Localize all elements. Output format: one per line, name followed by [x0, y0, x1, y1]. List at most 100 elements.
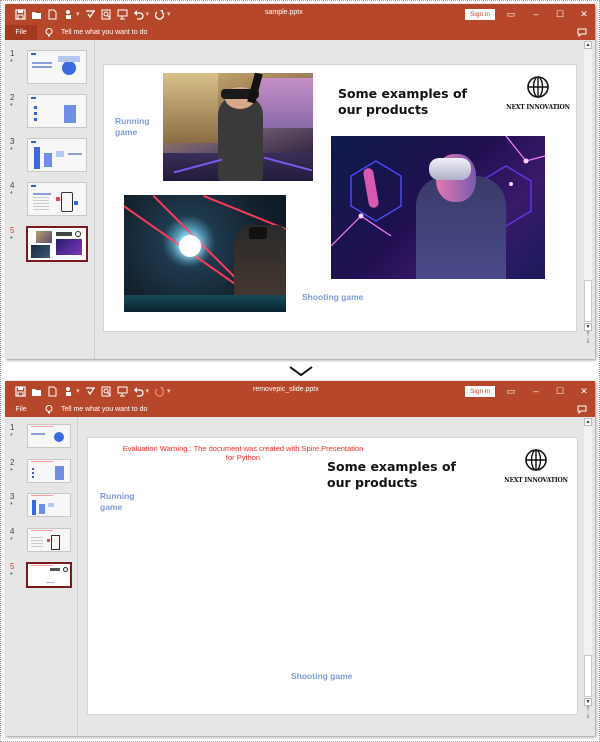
- file-tab[interactable]: File: [5, 25, 37, 40]
- slideshow-icon[interactable]: [117, 385, 128, 397]
- globe-icon: [527, 76, 549, 98]
- dropdown-arrow-icon[interactable]: ▾: [76, 10, 80, 18]
- heading-line: our products: [327, 475, 418, 491]
- redo-icon[interactable]: [154, 8, 165, 20]
- thumbnail-star-icon: *: [10, 572, 13, 579]
- thumbnail-number: 4: [10, 181, 15, 190]
- undo-icon[interactable]: [133, 8, 144, 20]
- slideshow-icon[interactable]: [117, 8, 128, 20]
- tell-me-search[interactable]: Tell me what you want to do: [45, 405, 147, 414]
- comments-icon[interactable]: [577, 405, 587, 414]
- next-slide-icon[interactable]: ⤓: [584, 338, 592, 344]
- thumbnail-number: 3: [10, 137, 15, 146]
- vertical-scrollbar[interactable]: ▲ ▼: [584, 41, 592, 331]
- title-bar: ▾ ▾ ▾ sample.pptx Sign in ▭ – ☐ ✕: [5, 4, 595, 25]
- open-folder-icon[interactable]: [31, 385, 42, 397]
- title-bar: ▾ ▾ ▾ removepic_slide.pptx Sign in ▭ – ☐…: [5, 381, 595, 402]
- touch-mode-icon[interactable]: [63, 8, 74, 20]
- undo-dropdown-icon[interactable]: ▾: [146, 10, 150, 18]
- running-game-photo[interactable]: [163, 73, 313, 181]
- print-preview-icon[interactable]: [101, 8, 112, 20]
- ribbon-display-options-icon[interactable]: ▭: [505, 385, 517, 397]
- window-filename: removepic_slide.pptx: [253, 386, 319, 393]
- thumbnail-number: 2: [10, 93, 15, 102]
- save-icon[interactable]: [15, 8, 26, 20]
- slide-thumbnail-3[interactable]: [27, 493, 71, 517]
- scroll-down-icon[interactable]: ▼: [584, 323, 592, 331]
- minimize-button[interactable]: –: [530, 8, 542, 20]
- lightbulb-icon: [45, 405, 53, 414]
- customize-toolbar-icon[interactable]: ▾: [167, 387, 171, 395]
- shooting-game-photo[interactable]: [124, 195, 286, 312]
- slide-thumbnail-4[interactable]: [27, 528, 71, 552]
- thumbnail-star-icon: *: [10, 502, 13, 509]
- vertical-scrollbar[interactable]: ▲ ▼: [584, 418, 592, 706]
- spelling-check-icon[interactable]: [85, 8, 96, 20]
- powerpoint-window-after: ▾ ▾ ▾ removepic_slide.pptx Sign in ▭ – ☐…: [5, 381, 595, 736]
- thumbnail-star-icon: *: [10, 103, 13, 110]
- redo-icon[interactable]: [154, 385, 165, 397]
- dropdown-arrow-icon[interactable]: ▾: [76, 387, 80, 395]
- scroll-up-icon[interactable]: ▲: [584, 41, 592, 49]
- thumbnail-star-icon: *: [10, 236, 13, 243]
- chevron-down-icon: [289, 366, 313, 377]
- sign-in-button[interactable]: Sign in: [465, 9, 495, 20]
- logo-text: NEXT INNOVATION: [506, 104, 570, 111]
- heading-line: our products: [338, 102, 429, 118]
- maximize-button[interactable]: ☐: [554, 8, 566, 20]
- thumbnail-number: 1: [10, 423, 15, 432]
- slide-thumbnail-5[interactable]: [26, 562, 72, 588]
- slide-thumbnails-pane: 1 * 2 * 3 * 4 * 5 *: [5, 417, 78, 736]
- close-button[interactable]: ✕: [578, 8, 590, 20]
- customize-toolbar-icon[interactable]: ▾: [167, 10, 171, 18]
- minimize-button[interactable]: –: [530, 385, 542, 397]
- label-line: game: [115, 126, 138, 137]
- slide-canvas: Running game Shooting game Some examples…: [103, 64, 577, 332]
- comments-icon[interactable]: [577, 28, 587, 37]
- print-preview-icon[interactable]: [101, 385, 112, 397]
- slide-thumbnail-2[interactable]: [27, 459, 71, 483]
- save-icon[interactable]: [15, 385, 26, 397]
- touch-mode-icon[interactable]: [63, 385, 74, 397]
- ribbon-bar: File Tell me what you want to do: [5, 25, 595, 40]
- ribbon-bar: File Tell me what you want to do: [5, 402, 595, 417]
- sign-in-button[interactable]: Sign in: [465, 386, 495, 397]
- slide-thumbnail-1[interactable]: [27, 424, 71, 448]
- window-filename: sample.pptx: [265, 9, 303, 16]
- slide-thumbnail-4[interactable]: [27, 182, 87, 216]
- undo-dropdown-icon[interactable]: ▾: [146, 387, 150, 395]
- slide-heading: Some examples of our products: [327, 459, 456, 492]
- scroll-down-icon[interactable]: ▼: [584, 698, 592, 706]
- undo-icon[interactable]: [133, 385, 144, 397]
- spelling-check-icon[interactable]: [85, 385, 96, 397]
- next-innovation-logo: NEXT INNOVATION: [498, 448, 574, 484]
- heading-line: Some examples of: [338, 86, 467, 101]
- new-document-icon[interactable]: [47, 8, 58, 20]
- slide-thumbnail-3[interactable]: [27, 138, 87, 172]
- next-innovation-logo: NEXT INNOVATION: [500, 75, 576, 111]
- quick-access-toolbar: ▾ ▾ ▾: [15, 385, 171, 397]
- slide-thumbnail-5[interactable]: [26, 226, 88, 262]
- file-tab[interactable]: File: [5, 402, 37, 417]
- next-slide-icon[interactable]: ⤓: [584, 713, 592, 719]
- logo-text: NEXT INNOVATION: [504, 477, 568, 484]
- label-line: Running: [100, 491, 135, 501]
- new-document-icon[interactable]: [47, 385, 58, 397]
- scrollbar-thumb[interactable]: [584, 655, 592, 697]
- scroll-up-icon[interactable]: ▲: [584, 418, 592, 426]
- thumbnail-star-icon: *: [10, 59, 13, 66]
- slide-editing-area: Evaluation Warning : The document was cr…: [79, 417, 595, 736]
- thumbnail-number: 1: [10, 49, 15, 58]
- slide-navigation: ⤒ ⤓: [584, 707, 592, 719]
- scrollbar-thumb[interactable]: [584, 280, 592, 322]
- close-button[interactable]: ✕: [578, 385, 590, 397]
- tell-me-search[interactable]: Tell me what you want to do: [45, 28, 147, 37]
- open-folder-icon[interactable]: [31, 8, 42, 20]
- vr-man-photo[interactable]: [331, 136, 545, 279]
- thumbnail-star-icon: *: [10, 537, 13, 544]
- label-line: game: [100, 501, 123, 512]
- slide-thumbnail-1[interactable]: [27, 50, 87, 84]
- ribbon-display-options-icon[interactable]: ▭: [505, 8, 517, 20]
- slide-thumbnail-2[interactable]: [27, 94, 87, 128]
- maximize-button[interactable]: ☐: [554, 385, 566, 397]
